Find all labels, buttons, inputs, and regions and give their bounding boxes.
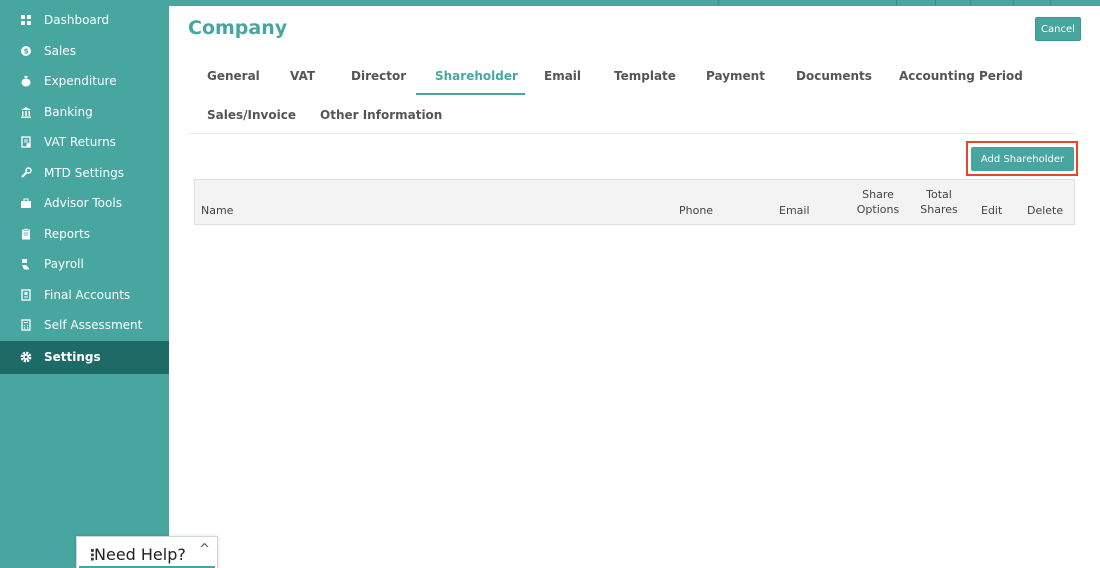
active-tab-indicator — [416, 93, 525, 95]
sidebar-item-label: Settings — [44, 350, 101, 364]
sidebar-item-dashboard[interactable]: Dashboard — [0, 5, 169, 36]
coins-icon: $ — [19, 44, 33, 58]
tab-sales-invoice[interactable]: Sales/Invoice — [207, 108, 296, 122]
sidebar-item-label: MTD Settings — [44, 165, 124, 180]
column-header-delete: Delete — [1027, 204, 1064, 217]
sidebar: Dashboard $ Sales Expenditure Banking VA… — [0, 0, 218, 568]
top-bar — [0, 0, 1100, 6]
column-header-share-options-line2: Options — [856, 203, 900, 216]
tab-accounting-period[interactable]: Accounting Period — [899, 69, 1023, 83]
bank-icon — [19, 105, 33, 119]
column-header-share-options-line1: Share — [862, 188, 894, 201]
shareholder-table-header: Name Phone Email Share Options Total Sha… — [194, 179, 1075, 225]
sidebar-item-expenditure[interactable]: Expenditure — [0, 66, 169, 97]
tab-other-information[interactable]: Other Information — [320, 108, 442, 122]
receipt-icon — [19, 135, 33, 149]
sidebar-item-label: Payroll — [44, 257, 84, 272]
sidebar-item-mtd-settings[interactable]: MTD Settings — [0, 158, 169, 189]
sidebar-item-label: Expenditure — [44, 74, 117, 89]
tab-template[interactable]: Template — [614, 69, 676, 83]
sidebar-item-reports[interactable]: Reports — [0, 219, 169, 250]
sidebar-item-label: Self Assessment — [44, 318, 143, 333]
add-shareholder-button[interactable]: Add Shareholder — [971, 147, 1074, 171]
column-header-name: Name — [201, 204, 234, 217]
top-bar-divider — [970, 0, 971, 6]
sidebar-item-self-assessment[interactable]: Self Assessment — [0, 310, 169, 341]
cancel-button[interactable]: Cancel — [1035, 17, 1081, 41]
svg-text:$: $ — [24, 47, 29, 55]
document-icon — [19, 288, 33, 302]
tab-email[interactable]: Email — [544, 69, 581, 83]
column-header-phone: Phone — [679, 204, 714, 217]
report-icon — [19, 227, 33, 241]
column-header-total-shares-line2: Shares — [920, 203, 958, 216]
page-title: Company — [188, 17, 288, 39]
sidebar-item-final-accounts[interactable]: Final Accounts — [0, 280, 169, 311]
sidebar-item-label: VAT Returns — [44, 135, 116, 150]
grid-icon — [19, 13, 33, 27]
sidebar-item-label: Advisor Tools — [44, 196, 122, 211]
sidebar-item-label: Sales — [44, 43, 76, 58]
briefcase-icon — [19, 196, 33, 210]
top-bar-divider — [896, 0, 897, 6]
top-bar-divider — [1013, 0, 1014, 6]
chevron-up-icon[interactable]: ^ — [199, 542, 210, 557]
column-header-total-shares-line1: Total — [926, 188, 952, 201]
sidebar-item-label: Dashboard — [44, 13, 110, 28]
column-header-total-shares: Total Shares — [917, 187, 961, 217]
tab-payment[interactable]: Payment — [706, 69, 765, 83]
sidebar-item-label: Reports — [44, 226, 91, 241]
need-help-label: Need Help? — [94, 545, 186, 564]
tab-shareholder[interactable]: Shareholder — [435, 69, 518, 83]
tab-general[interactable]: General — [207, 69, 260, 83]
sidebar-item-settings[interactable]: Settings — [0, 340, 169, 374]
sidebar-item-label: Banking — [44, 104, 93, 119]
sidebar-item-vat-returns[interactable]: VAT Returns — [0, 127, 169, 158]
sidebar-item-advisor-tools[interactable]: Advisor Tools — [0, 188, 169, 219]
top-bar-divider — [1050, 0, 1051, 6]
need-help-widget[interactable]: ⋮ Need Help? ^ — [76, 536, 218, 568]
tab-divider — [188, 133, 1076, 134]
gear-icon — [19, 350, 33, 364]
tab-vat[interactable]: VAT — [290, 69, 315, 83]
tab-director[interactable]: Director — [351, 69, 406, 83]
wrench-icon — [19, 166, 33, 180]
sidebar-nav: Dashboard $ Sales Expenditure Banking VA… — [0, 5, 169, 374]
sidebar-item-sales[interactable]: $ Sales — [0, 36, 169, 67]
column-header-share-options: Share Options — [854, 187, 902, 217]
sidebar-item-label: Final Accounts — [44, 287, 131, 302]
column-header-edit: Edit — [981, 204, 1003, 217]
money-bag-icon — [19, 74, 33, 88]
sidebar-item-banking[interactable]: Banking — [0, 97, 169, 128]
tab-documents[interactable]: Documents — [796, 69, 872, 83]
column-header-email: Email — [779, 204, 810, 217]
sidebar-item-payroll[interactable]: Payroll — [0, 249, 169, 280]
top-bar-divider — [718, 0, 719, 6]
hand-money-icon — [19, 257, 33, 271]
calculator-icon — [19, 318, 33, 332]
top-bar-divider — [935, 0, 936, 6]
